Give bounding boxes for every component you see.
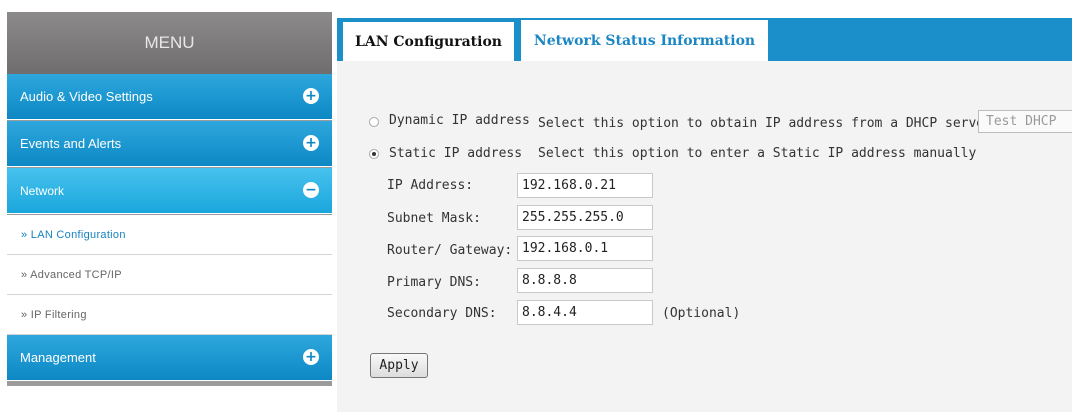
sidebar-subitem-advanced-tcp-ip[interactable]: » Advanced TCP/IP — [7, 255, 332, 295]
secondary-dns-label: Secondary DNS: — [387, 306, 497, 321]
test-dhcp-button[interactable]: Test DHCP — [978, 110, 1072, 133]
plus-circle-icon[interactable]: + — [303, 135, 319, 151]
sidebar-subitem-label: » IP Filtering — [21, 309, 87, 321]
sidebar-item-label: Events and Alerts — [20, 136, 122, 151]
sidebar-item-network[interactable]: Network − — [7, 168, 332, 214]
primary-dns-field[interactable]: 8.8.8.8 — [517, 268, 653, 293]
sidebar-menu: MENU Audio & Video Settings + Events and… — [7, 12, 332, 386]
router-gateway-field[interactable]: 192.168.0.1 — [517, 236, 653, 261]
minus-circle-icon[interactable]: − — [303, 182, 319, 198]
dynamic-ip-description: Select this option to obtain IP address … — [538, 116, 992, 131]
tab-lan-configuration[interactable]: LAN Configuration — [341, 20, 516, 61]
lan-configuration-panel: LAN Configuration Network Status Informa… — [337, 18, 1072, 412]
ip-address-field[interactable]: 192.168.0.21 — [517, 173, 653, 198]
sidebar-subitem-ip-filtering[interactable]: » IP Filtering — [7, 295, 332, 335]
sidebar-subitem-lan-configuration[interactable]: » LAN Configuration — [7, 215, 332, 255]
sidebar-item-audio-video-settings[interactable]: Audio & Video Settings + — [7, 74, 332, 120]
sidebar-item-label: Network — [20, 184, 65, 198]
sidebar-subitem-label: » LAN Configuration — [21, 229, 126, 241]
tab-bar: LAN Configuration Network Status Informa… — [337, 18, 1072, 61]
sidebar-item-events-and-alerts[interactable]: Events and Alerts + — [7, 121, 332, 167]
sidebar-subitem-label: » Advanced TCP/IP — [21, 269, 122, 281]
dynamic-ip-radio[interactable] — [369, 117, 379, 127]
subnet-mask-field[interactable]: 255.255.255.0 — [517, 205, 653, 230]
optional-note: (Optional) — [662, 306, 741, 321]
tab-network-status-information[interactable]: Network Status Information — [521, 20, 768, 61]
secondary-dns-field[interactable]: 8.8.4.4 — [517, 300, 653, 325]
sidebar-item-management[interactable]: Management + — [7, 335, 332, 381]
ip-address-label: IP Address: — [387, 178, 474, 193]
static-ip-description: Select this option to enter a Static IP … — [538, 146, 977, 161]
static-ip-label: Static IP address — [389, 146, 523, 161]
plus-circle-icon[interactable]: + — [303, 88, 319, 104]
sidebar-item-label: Audio & Video Settings — [20, 89, 153, 104]
subnet-mask-label: Subnet Mask: — [387, 211, 481, 226]
menu-header: MENU — [7, 12, 332, 74]
primary-dns-label: Primary DNS: — [387, 275, 481, 290]
router-gateway-label: Router/ Gateway: — [387, 243, 513, 258]
sidebar-item-label: Management — [20, 350, 96, 365]
plus-circle-icon[interactable]: + — [303, 349, 319, 365]
static-ip-radio[interactable] — [369, 149, 379, 159]
apply-button[interactable]: Apply — [370, 353, 428, 378]
dynamic-ip-label: Dynamic IP address — [389, 113, 530, 128]
